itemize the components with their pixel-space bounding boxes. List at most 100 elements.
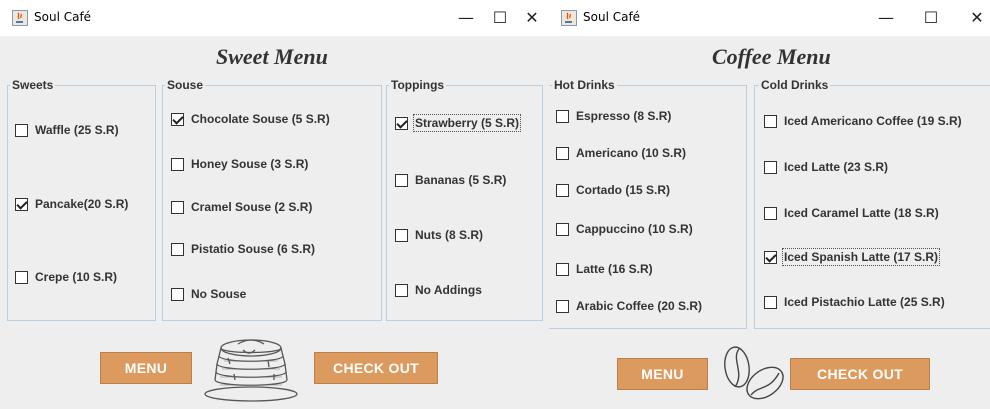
checkbox-bananas[interactable]: Bananas (5 S.R) bbox=[395, 172, 507, 188]
minimize-button[interactable]: — bbox=[450, 6, 482, 30]
checkbox-box[interactable] bbox=[395, 283, 408, 297]
checkbox-box[interactable] bbox=[171, 112, 184, 126]
checkbox-cortado[interactable]: Cortado (15 S.R) bbox=[556, 182, 671, 198]
checkbox-label: Waffle (25 S.R) bbox=[35, 123, 119, 137]
checkbox-waffle[interactable]: Waffle (25 S.R) bbox=[15, 122, 120, 138]
souse-group: Souse Chocolate Souse (5 S.R) Honey Sous… bbox=[162, 77, 382, 321]
checkout-button[interactable]: CHECK OUT bbox=[790, 358, 930, 390]
checkbox-espresso[interactable]: Espresso (8 S.R) bbox=[556, 108, 672, 124]
group-title: Hot Drinks bbox=[552, 77, 617, 93]
title-bar[interactable]: Soul Café — ☐ ✕ bbox=[549, 0, 990, 36]
checkbox-chocolate-souse[interactable]: Chocolate Souse (5 S.R) bbox=[171, 111, 331, 127]
checkbox-box[interactable] bbox=[15, 123, 28, 137]
cold-drinks-group: Cold Drinks Iced Americano Coffee (19 S.… bbox=[754, 77, 990, 329]
checkbox-box[interactable] bbox=[556, 299, 569, 313]
window-title: Soul Café bbox=[34, 10, 92, 24]
checkbox-label: Crepe (10 S.R) bbox=[35, 270, 118, 284]
checkbox-label: Iced Americano Coffee (19 S.R) bbox=[784, 114, 962, 128]
checkbox-box[interactable] bbox=[764, 250, 777, 264]
checkbox-iced-americano[interactable]: Iced Americano Coffee (19 S.R) bbox=[764, 113, 963, 129]
checkbox-iced-latte[interactable]: Iced Latte (23 S.R) bbox=[764, 159, 889, 175]
checkbox-label: Cappuccino (10 S.R) bbox=[576, 222, 693, 236]
hot-drinks-group: Hot Drinks Espresso (8 S.R) Americano (1… bbox=[549, 77, 747, 329]
checkbox-honey-souse[interactable]: Honey Souse (3 S.R) bbox=[171, 156, 309, 172]
checkbox-box[interactable] bbox=[15, 270, 28, 284]
checkbox-box[interactable] bbox=[556, 222, 569, 236]
checkbox-crepe[interactable]: Crepe (10 S.R) bbox=[15, 269, 118, 285]
checkbox-label: No Souse bbox=[191, 287, 247, 301]
checkbox-box[interactable] bbox=[556, 183, 569, 197]
coffee-beans-icon bbox=[724, 346, 784, 400]
group-title: Cold Drinks bbox=[759, 77, 831, 93]
checkbox-arabic-coffee[interactable]: Arabic Coffee (20 S.R) bbox=[556, 298, 703, 314]
checkbox-label: Cramel Souse (2 S.R) bbox=[191, 200, 313, 214]
checkbox-label: Iced Spanish Latte (17 S.R) bbox=[781, 248, 941, 266]
menu-button[interactable]: MENU bbox=[100, 352, 192, 384]
maximize-button[interactable]: ☐ bbox=[915, 6, 947, 30]
checkbox-label: Iced Latte (23 S.R) bbox=[784, 160, 889, 174]
menu-heading: Coffee Menu bbox=[712, 44, 831, 69]
checkbox-box[interactable] bbox=[764, 206, 777, 220]
checkbox-box[interactable] bbox=[556, 109, 569, 123]
sweets-group: Sweets Waffle (25 S.R) Pancake(20 S.R) C… bbox=[7, 77, 156, 321]
checkbox-pancake[interactable]: Pancake(20 S.R) bbox=[15, 196, 129, 212]
checkbox-nuts[interactable]: Nuts (8 S.R) bbox=[395, 227, 484, 243]
sweet-menu-window: Soul Café — ☐ ✕ Sweet Menu Sweets Waffle… bbox=[0, 0, 549, 409]
checkbox-box[interactable] bbox=[171, 200, 184, 214]
checkbox-americano[interactable]: Americano (10 S.R) bbox=[556, 145, 687, 161]
checkbox-box[interactable] bbox=[15, 197, 28, 211]
checkbox-label: Honey Souse (3 S.R) bbox=[191, 157, 309, 171]
close-button[interactable]: ✕ bbox=[961, 6, 990, 30]
checkbox-cappuccino[interactable]: Cappuccino (10 S.R) bbox=[556, 221, 694, 237]
checkbox-label: Chocolate Souse (5 S.R) bbox=[191, 112, 330, 126]
checkbox-iced-pistachio-latte[interactable]: Iced Pistachio Latte (25 S.R) bbox=[764, 294, 946, 310]
group-title: Sweets bbox=[10, 77, 56, 93]
checkbox-strawberry[interactable]: Strawberry (5 S.R) bbox=[395, 114, 522, 132]
checkbox-label: Espresso (8 S.R) bbox=[576, 109, 672, 123]
checkbox-label: Strawberry (5 S.R) bbox=[412, 114, 522, 132]
checkbox-label: No Addings bbox=[415, 283, 482, 297]
checkout-button[interactable]: CHECK OUT bbox=[314, 352, 438, 384]
checkbox-label: Iced Caramel Latte (18 S.R) bbox=[784, 206, 939, 220]
checkbox-label: Americano (10 S.R) bbox=[576, 146, 687, 160]
checkbox-pistatio-souse[interactable]: Pistatio Souse (6 S.R) bbox=[171, 241, 316, 257]
menu-button[interactable]: MENU bbox=[617, 358, 708, 390]
window-title: Soul Café bbox=[583, 10, 641, 24]
menu-heading: Sweet Menu bbox=[216, 44, 328, 69]
checkbox-iced-caramel-latte[interactable]: Iced Caramel Latte (18 S.R) bbox=[764, 205, 940, 221]
title-bar[interactable]: Soul Café — ☐ ✕ bbox=[0, 0, 549, 36]
toppings-group: Toppings Strawberry (5 S.R) Bananas (5 S… bbox=[386, 77, 543, 321]
checkbox-label: Pistatio Souse (6 S.R) bbox=[191, 242, 316, 256]
checkbox-label: Latte (16 S.R) bbox=[576, 262, 653, 276]
checkbox-label: Cortado (15 S.R) bbox=[576, 183, 671, 197]
checkbox-no-souse[interactable]: No Souse bbox=[171, 286, 247, 302]
checkbox-box[interactable] bbox=[764, 114, 777, 128]
checkbox-box[interactable] bbox=[395, 173, 408, 187]
checkbox-label: Bananas (5 S.R) bbox=[415, 173, 507, 187]
checkbox-box[interactable] bbox=[764, 295, 777, 309]
close-button[interactable]: ✕ bbox=[516, 6, 548, 30]
java-app-icon bbox=[12, 10, 28, 26]
checkbox-latte[interactable]: Latte (16 S.R) bbox=[556, 261, 654, 277]
checkbox-iced-spanish-latte[interactable]: Iced Spanish Latte (17 S.R) bbox=[764, 248, 941, 266]
checkbox-box[interactable] bbox=[395, 116, 408, 130]
checkbox-box[interactable] bbox=[556, 262, 569, 276]
maximize-button[interactable]: ☐ bbox=[484, 6, 516, 30]
checkbox-box[interactable] bbox=[556, 146, 569, 160]
group-title: Souse bbox=[165, 77, 206, 93]
checkbox-box[interactable] bbox=[171, 287, 184, 301]
checkbox-label: Arabic Coffee (20 S.R) bbox=[576, 299, 703, 313]
checkbox-box[interactable] bbox=[395, 228, 408, 242]
checkbox-cramel-souse[interactable]: Cramel Souse (2 S.R) bbox=[171, 199, 313, 215]
checkbox-box[interactable] bbox=[171, 242, 184, 256]
checkbox-label: Iced Pistachio Latte (25 S.R) bbox=[784, 295, 945, 309]
checkbox-box[interactable] bbox=[171, 157, 184, 171]
checkbox-label: Pancake(20 S.R) bbox=[35, 197, 129, 211]
pancake-stack-icon bbox=[204, 339, 298, 402]
group-title: Toppings bbox=[389, 77, 447, 93]
coffee-menu-window: Soul Café — ☐ ✕ Coffee Menu Hot Drinks E… bbox=[549, 0, 990, 409]
checkbox-label: Nuts (8 S.R) bbox=[415, 228, 484, 242]
checkbox-no-addings[interactable]: No Addings bbox=[395, 282, 483, 298]
minimize-button[interactable]: — bbox=[870, 6, 902, 30]
checkbox-box[interactable] bbox=[764, 160, 777, 174]
